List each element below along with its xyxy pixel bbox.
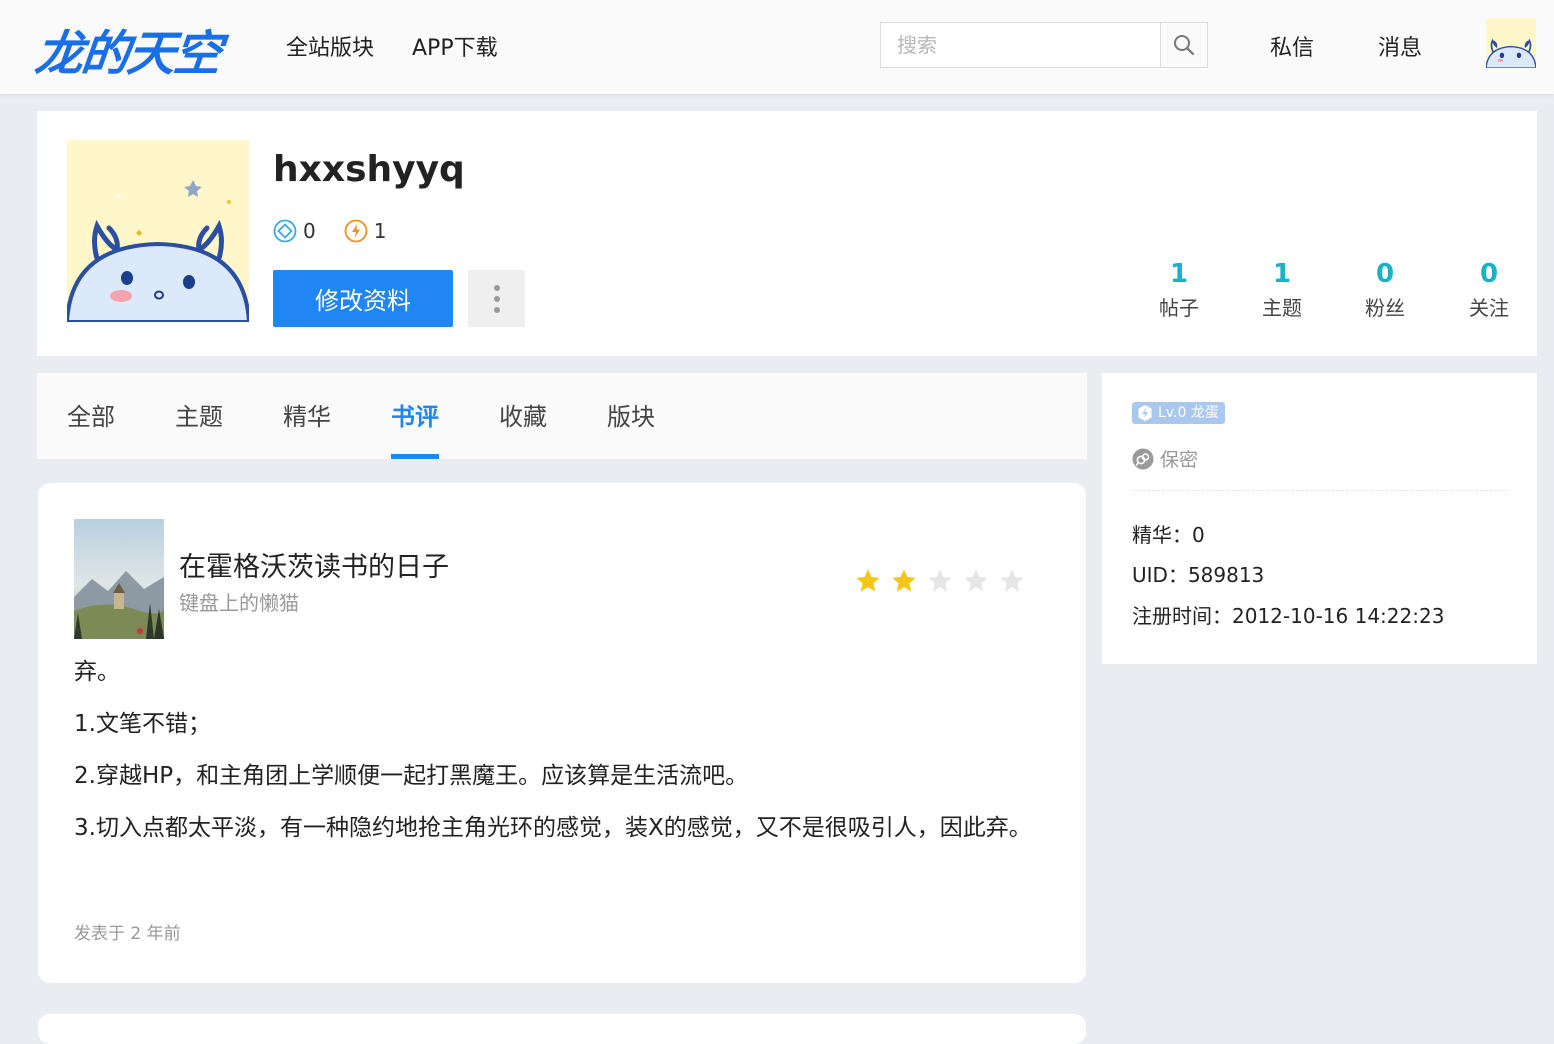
uid-label: UID： [1132, 563, 1188, 587]
review-paragraph: 2.穿越HP，和主角团上学顺便一起打黑魔王。应该算是生活流吧。 [74, 763, 749, 789]
stat-label: 帖子 [1159, 296, 1199, 320]
stat-number: 1 [1169, 259, 1189, 289]
book-author[interactable]: 键盘上的懒猫 [179, 587, 299, 616]
essence-value: 0 [1192, 523, 1205, 547]
posted-time: 发表于 2 年前 [74, 924, 181, 944]
top-header: 龙的天空 全站版块 APP下载 私信 消息 [0, 0, 1554, 94]
nav-notifications[interactable]: 消息 [1378, 30, 1422, 62]
star-icon [892, 569, 916, 592]
nav-app-download[interactable]: APP下载 [412, 30, 498, 62]
book-title[interactable]: 在霍格沃茨读书的日子 [179, 545, 449, 584]
tab-all[interactable]: 全部 [67, 397, 115, 459]
flame-badge[interactable]: 1 [344, 219, 387, 243]
uid-info: UID：589813 [1132, 559, 1264, 588]
more-vertical-icon [493, 284, 500, 291]
stat-label: 粉丝 [1365, 296, 1405, 320]
star-icon [964, 569, 988, 592]
stat-number: 0 [1375, 259, 1395, 289]
essence-label: 精华： [1132, 523, 1192, 547]
uid-value: 589813 [1187, 563, 1265, 587]
nav-private-messages[interactable]: 私信 [1270, 30, 1314, 62]
search-button[interactable] [1160, 23, 1207, 67]
stat-fans[interactable]: 0 粉丝 [1345, 257, 1425, 325]
more-options-button[interactable] [468, 270, 525, 327]
site-logo[interactable]: 龙的天空 [32, 14, 223, 84]
search-box [880, 22, 1208, 68]
dragon-avatar-icon [67, 140, 249, 322]
tab-topics[interactable]: 主题 [175, 397, 223, 459]
profile-avatar[interactable] [67, 140, 249, 322]
star-icon [1000, 569, 1024, 592]
profile-username: hxxshyyq [273, 149, 465, 190]
more-vertical-icon [493, 306, 500, 313]
lightning-icon [1138, 405, 1152, 421]
star-icon [928, 569, 952, 592]
next-review-card [38, 1014, 1086, 1044]
stat-label: 关注 [1469, 296, 1509, 320]
book-cover-image [74, 519, 164, 639]
rating-stars [854, 567, 1034, 595]
divider [1132, 490, 1508, 491]
register-time-info: 注册时间：2012-10-16 14:22:23 [1132, 600, 1444, 629]
tab-boards[interactable]: 版块 [607, 397, 655, 459]
profile-badges: 0 1 [273, 219, 414, 243]
essence-info: 精华：0 [1132, 519, 1205, 548]
stat-number: 0 [1479, 259, 1499, 289]
level-label: Lv.0 龙蛋 [1158, 405, 1219, 421]
more-vertical-icon [493, 295, 500, 302]
stat-number: 1 [1272, 259, 1292, 289]
gender-label: 保密 [1160, 449, 1199, 471]
stat-label: 主题 [1262, 296, 1302, 320]
register-time-label: 注册时间： [1132, 604, 1232, 628]
profile-stats: 1 帖子 1 主题 0 粉丝 0 关注 [1127, 257, 1527, 327]
diamond-count: 0 [303, 219, 316, 243]
tab-favorites[interactable]: 收藏 [499, 397, 547, 459]
profile-card: hxxshyyq 0 1 修改资料 1 帖子 1 主题 0 粉丝 0 关注 [37, 111, 1537, 356]
book-cover[interactable] [74, 519, 164, 639]
book-review-card: 在霍格沃茨读书的日子 键盘上的懒猫 弃。 1.文笔不错； 2.穿越HP，和主角团… [38, 483, 1086, 983]
level-badge[interactable]: Lv.0 龙蛋 [1132, 402, 1225, 424]
user-avatar-small[interactable] [1486, 18, 1536, 68]
gender-info: 保密 [1132, 445, 1198, 472]
star-icon [856, 569, 880, 592]
review-paragraph: 1.文笔不错； [74, 711, 211, 737]
tab-essence[interactable]: 精华 [283, 397, 331, 459]
diamond-icon [273, 219, 297, 243]
diamond-badge[interactable]: 0 [273, 219, 316, 243]
stat-posts[interactable]: 1 帖子 [1139, 257, 1219, 325]
review-paragraph: 3.切入点都太平淡，有一种隐约地抢主角光环的感觉，装X的感觉，又不是很吸引人，因… [74, 815, 1032, 841]
stat-following[interactable]: 0 关注 [1449, 257, 1529, 325]
flame-icon [344, 219, 368, 243]
gender-icon [1132, 448, 1154, 469]
edit-profile-button[interactable]: 修改资料 [273, 270, 453, 327]
search-icon [1174, 35, 1195, 56]
search-input[interactable] [881, 23, 1161, 67]
register-time-value: 2012-10-16 14:22:23 [1232, 604, 1445, 628]
flame-count: 1 [373, 219, 387, 243]
dragon-avatar-icon [1486, 18, 1536, 68]
nav-all-boards[interactable]: 全站版块 [286, 30, 374, 62]
tab-book-reviews[interactable]: 书评 [391, 397, 439, 459]
review-content: 弃。 1.文笔不错； 2.穿越HP，和主角团上学顺便一起打黑魔王。应该算是生活流… [74, 653, 1034, 861]
stat-topics[interactable]: 1 主题 [1242, 257, 1322, 325]
profile-tabs: 全部 主题 精华 书评 收藏 版块 [37, 373, 1087, 459]
review-paragraph: 弃。 [74, 659, 120, 685]
user-info-card: Lv.0 龙蛋 保密 精华：0 UID：589813 注册时间：2012-10-… [1102, 373, 1537, 664]
